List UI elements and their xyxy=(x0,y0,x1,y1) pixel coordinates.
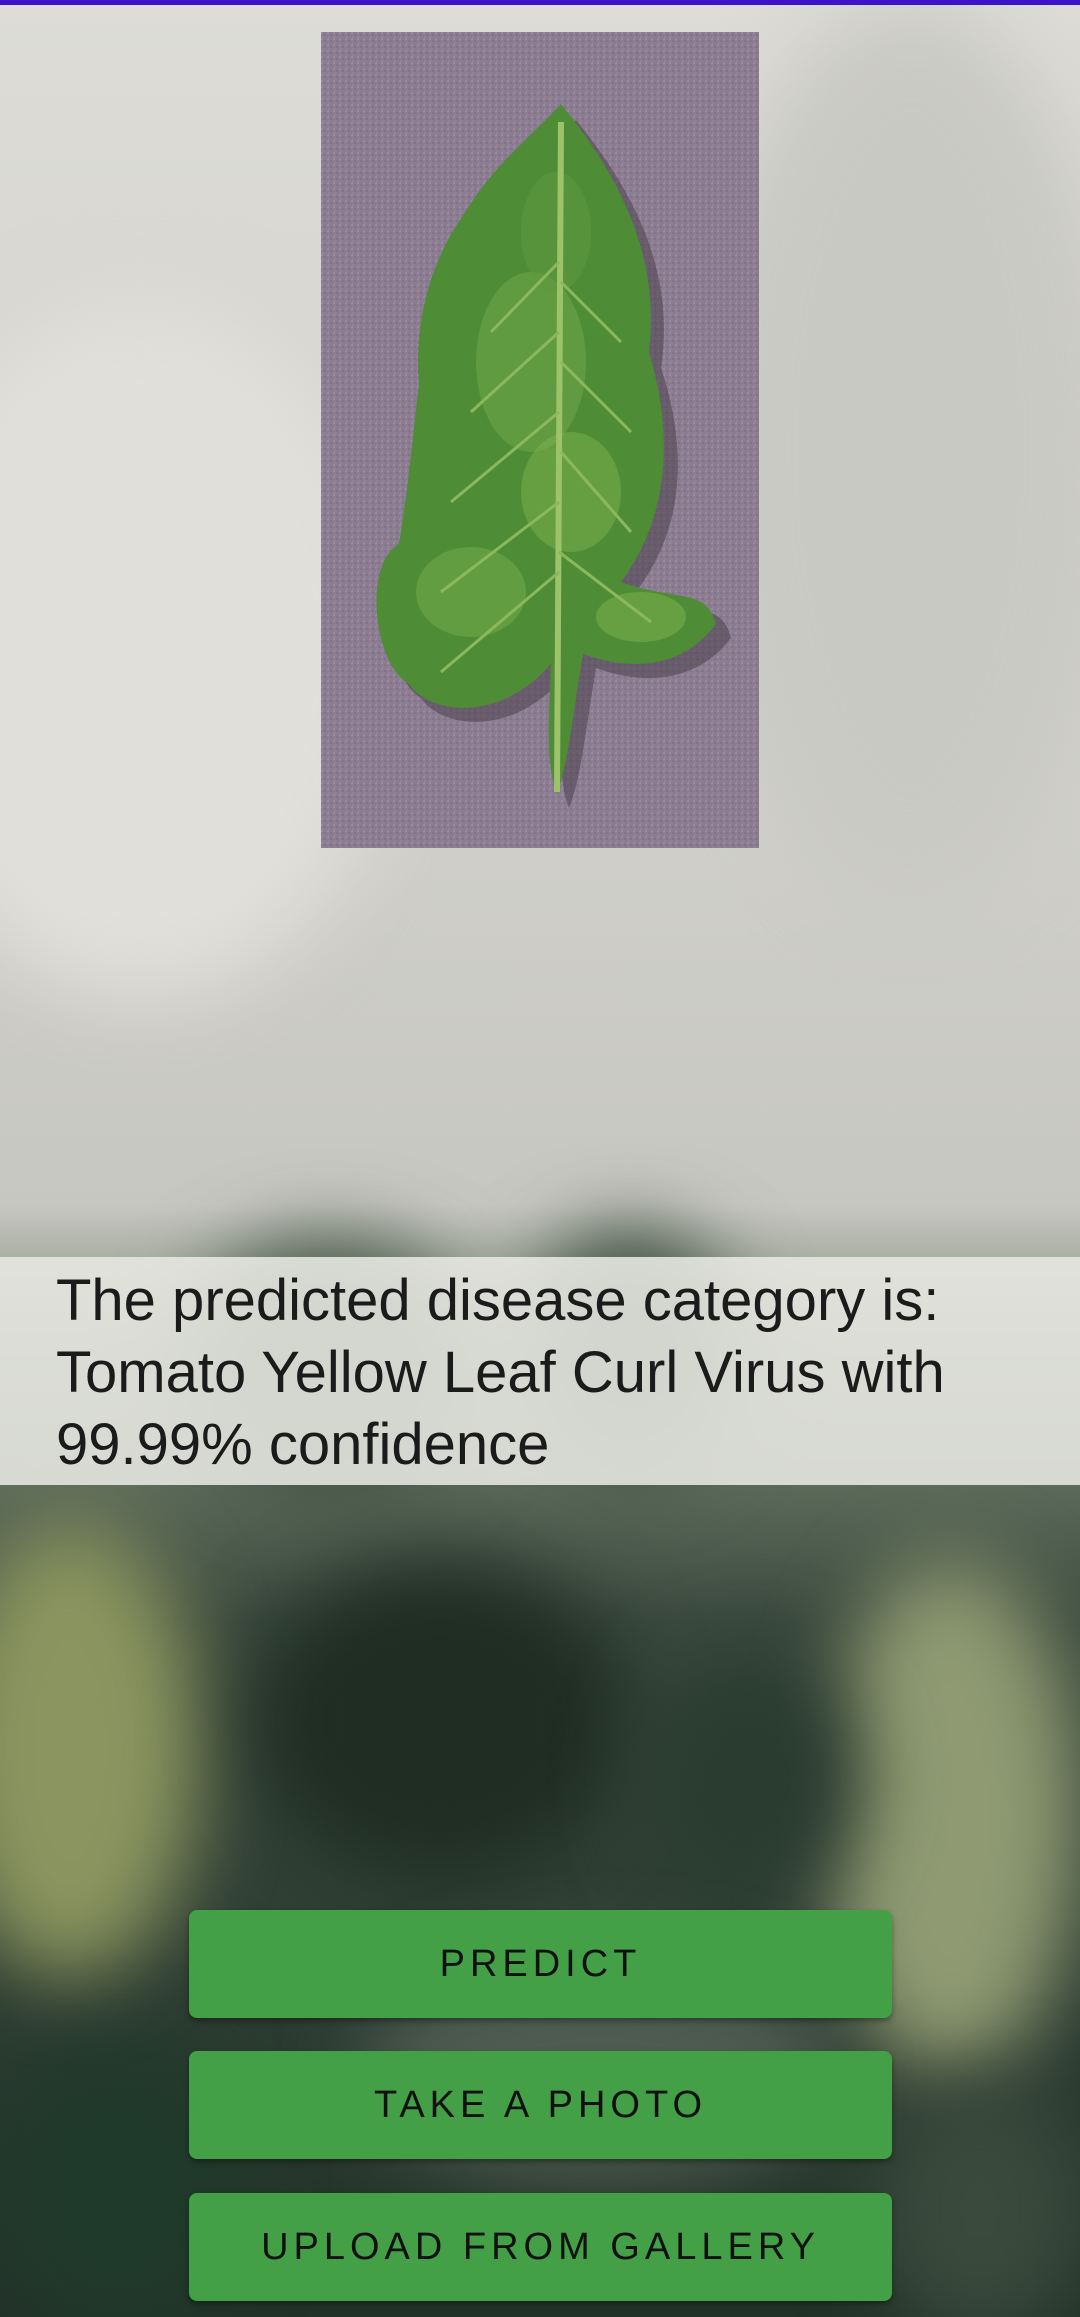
take-photo-button[interactable]: TAKE A PHOTO xyxy=(189,2051,892,2159)
upload-from-gallery-button[interactable]: UPLOAD FROM GALLERY xyxy=(189,2193,892,2301)
prediction-result-text: The predicted disease category is: Tomat… xyxy=(56,1268,945,1477)
tomato-leaf-icon xyxy=(321,32,759,848)
status-bar-accent xyxy=(0,0,1080,5)
leaf-image xyxy=(321,32,759,848)
predict-button[interactable]: PREDICT xyxy=(189,1910,892,2018)
